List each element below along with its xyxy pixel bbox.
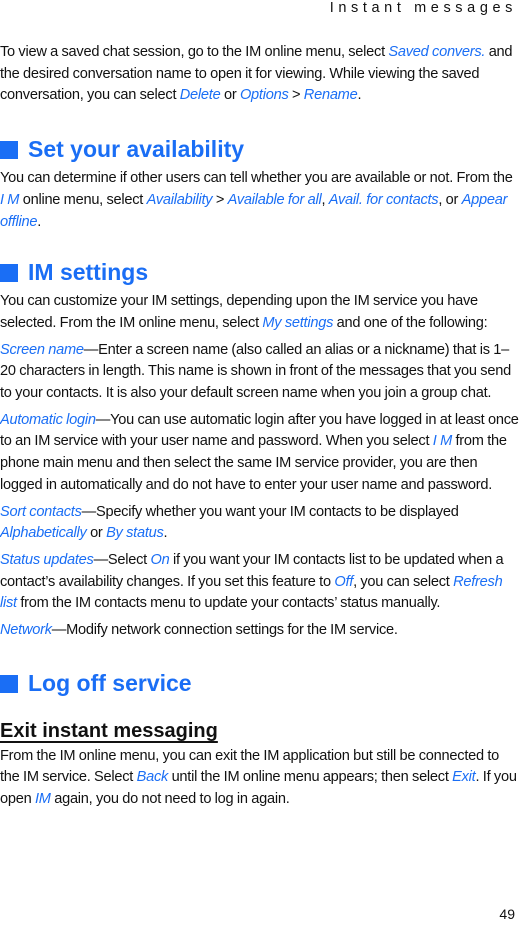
text: or	[86, 525, 107, 542]
text: —Select	[93, 551, 151, 568]
text: You can determine if other users can tel…	[0, 170, 513, 187]
section-heading-log-off: Log off service	[0, 668, 519, 698]
menu-term-options: Options	[239, 87, 289, 104]
square-bullet-icon	[0, 264, 18, 283]
heading-text: IM settings	[28, 259, 149, 286]
log-off-paragraph: From the IM online menu, you can exit th…	[0, 746, 519, 811]
menu-term-my-settings: My settings	[262, 314, 334, 331]
text: >	[212, 191, 228, 208]
section-heading-availability: Set your availability	[0, 134, 519, 164]
text: or	[220, 87, 240, 104]
setting-automatic-login: Automatic login—You can use automatic lo…	[0, 410, 519, 497]
text: —Specify whether you want your IM contac…	[81, 503, 459, 520]
menu-term-exit: Exit	[452, 769, 476, 786]
menu-term-available-for-all: Available for all	[227, 191, 322, 208]
option-by-status: By status	[106, 525, 164, 542]
subheading-exit-instant-messaging: Exit instant messaging	[0, 719, 218, 742]
menu-term-im: I M	[0, 191, 20, 208]
intro-paragraph: To view a saved chat session, go to the …	[0, 42, 519, 107]
text: To view a saved chat session, go to the …	[0, 44, 389, 60]
page-content: To view a saved chat session, go to the …	[0, 42, 519, 811]
text: until the IM online menu appears; then s…	[168, 769, 453, 786]
setting-screen-name: Screen name—Enter a screen name (also ca…	[0, 340, 519, 405]
text: ,	[321, 191, 329, 208]
text: .	[357, 87, 362, 104]
menu-term-im: IM	[34, 791, 51, 808]
text: again, you do not need to log in again.	[50, 791, 290, 808]
setting-sort-contacts: Sort contacts—Specify whether you want y…	[0, 502, 519, 545]
term-network: Network	[0, 622, 52, 639]
text: .	[163, 525, 168, 542]
term-automatic-login: Automatic login	[0, 411, 96, 428]
setting-network: Network—Modify network connection settin…	[0, 620, 519, 642]
term-screen-name: Screen name	[0, 341, 84, 358]
term-status-updates: Status updates	[0, 551, 94, 568]
option-alphabetically: Alphabetically	[0, 525, 87, 542]
setting-status-updates: Status updates—Select On if you want you…	[0, 550, 519, 615]
square-bullet-icon	[0, 674, 18, 693]
option-off: Off	[334, 573, 354, 590]
menu-term-back: Back	[136, 769, 169, 786]
text: >	[288, 87, 304, 104]
square-bullet-icon	[0, 141, 18, 160]
heading-text: Set your availability	[28, 136, 245, 163]
running-header: Instant messages	[329, 0, 517, 16]
menu-term-saved-convers: Saved convers.	[388, 44, 486, 60]
text: online menu, select	[19, 191, 147, 208]
text: , you can select	[353, 573, 454, 590]
menu-term-rename: Rename	[303, 87, 358, 104]
menu-term-delete: Delete	[179, 87, 221, 104]
text: —Modify network connection settings for …	[51, 622, 398, 639]
text: from the IM contacts menu to update your…	[16, 595, 441, 612]
page-number: 49	[499, 906, 515, 922]
menu-term-avail-for-contacts: Avail. for contacts	[328, 191, 439, 208]
option-on: On	[150, 551, 170, 568]
availability-paragraph: You can determine if other users can tel…	[0, 168, 519, 233]
text: .	[37, 213, 42, 230]
im-settings-intro: You can customize your IM settings, depe…	[0, 291, 519, 334]
menu-term-availability: Availability	[146, 191, 213, 208]
text: and one of the following:	[333, 314, 488, 331]
section-heading-im-settings: IM settings	[0, 257, 519, 287]
text: , or	[438, 191, 462, 208]
heading-text: Log off service	[28, 669, 192, 696]
menu-term-im: I M	[432, 433, 452, 450]
term-sort-contacts: Sort contacts	[0, 503, 82, 520]
